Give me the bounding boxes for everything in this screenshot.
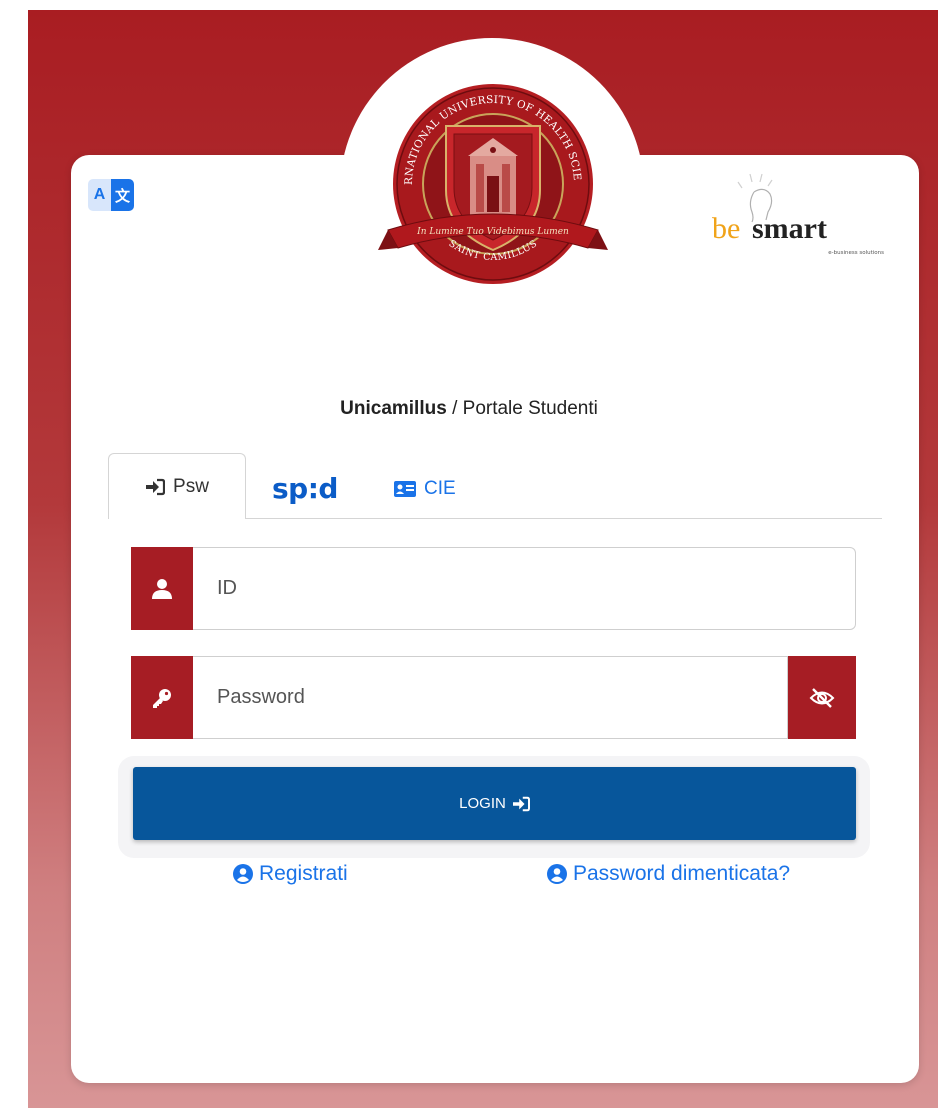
translate-button[interactable]: A 文 — [88, 179, 134, 211]
register-label: Registrati — [259, 862, 348, 885]
user-icon — [131, 547, 193, 630]
user-circle-icon — [547, 864, 567, 884]
sign-in-icon — [512, 796, 530, 812]
svg-text:e-business solutions: e-business solutions — [828, 250, 884, 256]
title-separator: / — [446, 398, 463, 419]
forgot-password-link[interactable]: Password dimenticata? — [547, 860, 790, 888]
sign-in-icon — [145, 478, 166, 496]
id-card-icon — [394, 481, 416, 497]
key-icon — [131, 656, 193, 739]
tab-cie[interactable]: CIE — [394, 474, 456, 504]
portal-name: Portale Studenti — [462, 398, 598, 419]
toggle-password-eye-slash-icon[interactable] — [788, 656, 856, 739]
login-label: LOGIN — [459, 795, 506, 812]
page-title: Unicamillus / Portale Studenti — [0, 398, 938, 420]
besmart-logo: be smart e-business solutions — [708, 168, 888, 260]
user-circle-icon — [233, 864, 253, 884]
password-input[interactable]: Password — [193, 656, 788, 739]
svg-text:smart: smart — [752, 212, 827, 245]
translate-icon-b: 文 — [111, 179, 134, 211]
org-name: Unicamillus — [340, 398, 447, 419]
id-field-group: ID — [131, 547, 856, 630]
login-button[interactable]: LOGIN — [133, 767, 856, 840]
tab-psw-label: Psw — [173, 475, 209, 497]
svg-text:In Lumine Tuo Videbimus Lumen: In Lumine Tuo Videbimus Lumen — [416, 227, 569, 237]
tab-spid[interactable]: sp:d — [272, 468, 338, 508]
forgot-password-label: Password dimenticata? — [573, 862, 791, 885]
register-link[interactable]: Registrati — [233, 860, 348, 888]
id-input[interactable]: ID — [193, 547, 856, 630]
svg-text:be: be — [712, 212, 740, 245]
password-field-group: Password — [131, 656, 856, 739]
tab-cie-label: CIE — [424, 478, 456, 499]
spid-logo: sp:d — [272, 471, 338, 505]
tab-psw[interactable]: Psw — [108, 453, 246, 519]
university-logo: INTERNATIONAL UNIVERSITY OF HEALTH SCIEN… — [373, 71, 608, 290]
translate-icon-a: A — [88, 179, 111, 211]
